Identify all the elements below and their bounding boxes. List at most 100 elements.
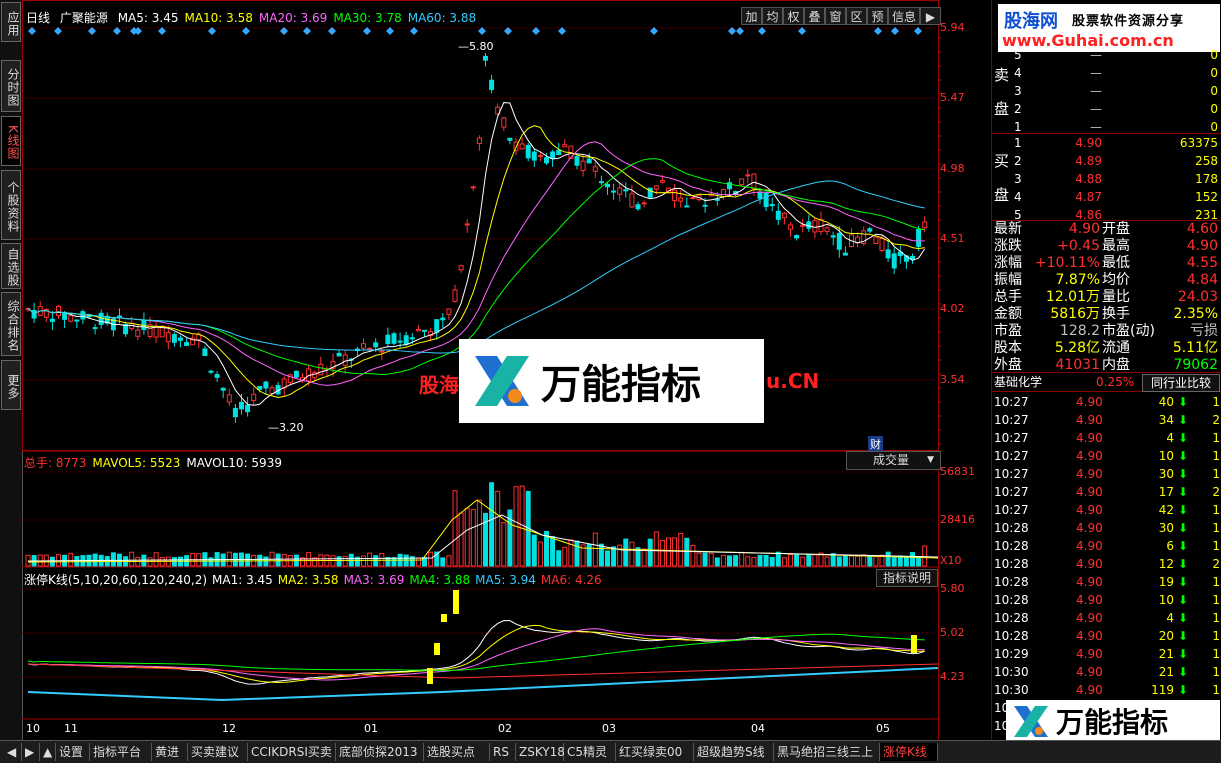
- left-tab-4[interactable]: 自选股: [1, 243, 21, 289]
- volume-indicator-dropdown[interactable]: 成交量 ▼: [846, 451, 941, 470]
- tick-price: 4.90: [1076, 611, 1103, 625]
- left-tab-1[interactable]: 分时图: [1, 60, 21, 112]
- toolbar-button-8[interactable]: ▶: [920, 7, 941, 25]
- tick-row: 10:27 4.90 17 ⬇ 2: [992, 483, 1221, 501]
- bottom-tab-7[interactable]: RS: [490, 743, 516, 761]
- candle-body: [684, 205, 690, 208]
- sell-row: 3 — 0: [992, 82, 1221, 100]
- month-tick-label: 03: [602, 722, 616, 735]
- month-tick-label: 01: [364, 722, 378, 735]
- candle-body: [318, 363, 324, 376]
- candle-body: [373, 342, 379, 348]
- toolbar-button-5[interactable]: 区: [846, 7, 867, 25]
- tick-extra: 1: [1212, 521, 1220, 535]
- toolbar-button-1[interactable]: 均: [762, 7, 783, 25]
- toolbar-button-4[interactable]: 窗: [825, 7, 846, 25]
- tick-price: 4.90: [1076, 539, 1103, 553]
- bottom-tab-8[interactable]: ZSKY18: [516, 743, 565, 761]
- quote-value: 5.11亿: [1172, 340, 1218, 356]
- bottom-tab-9[interactable]: C5精灵: [564, 743, 616, 761]
- bottom-tab-2[interactable]: 黄进: [152, 743, 188, 761]
- quote-row: 总手 12.01万 量比 24.03: [992, 288, 1221, 306]
- volume-bar: [769, 556, 775, 567]
- quote-row: 振幅 7.87% 均价 4.84: [992, 271, 1221, 289]
- tab-scroll-left-icon[interactable]: ◀: [4, 743, 22, 761]
- indicator-tick-label: 5.80: [940, 582, 965, 595]
- candle-body: [269, 387, 275, 394]
- limit-up-marker: [427, 668, 433, 684]
- toolbar-button-3[interactable]: 叠: [804, 7, 825, 25]
- bottom-tab-10[interactable]: 红买绿卖00: [616, 743, 694, 761]
- indicator-legend-item: 涨停K线(5,10,20,60,120,240,2): [24, 573, 208, 587]
- quote-value: 24.03: [1177, 289, 1218, 305]
- bottom-tab-1[interactable]: 指标平台: [90, 743, 152, 761]
- volume-bar: [885, 551, 891, 567]
- left-tab-2[interactable]: K线图: [1, 116, 21, 166]
- bottom-tab-11[interactable]: 超级趋势S线: [694, 743, 774, 761]
- tick-time: 10:27: [994, 503, 1029, 517]
- tick-time: 10:27: [994, 431, 1029, 445]
- volume-bar: [647, 538, 653, 567]
- bottom-tab-0[interactable]: 设置: [56, 743, 90, 761]
- volume-bar: [458, 512, 464, 567]
- bottom-tab-5[interactable]: 底部侦探2013: [336, 743, 424, 761]
- candle-body: [56, 305, 61, 316]
- volume-bar: [800, 556, 806, 567]
- candle-body: [196, 334, 202, 341]
- toolbar-button-7[interactable]: 信息: [888, 7, 920, 25]
- toolbar-button-2[interactable]: 权: [783, 7, 804, 25]
- volume-bar: [629, 541, 635, 567]
- bottom-tab-3[interactable]: 买卖建议: [188, 743, 248, 761]
- quote-value: 5816万: [1050, 306, 1100, 322]
- sector-compare-button[interactable]: 同行业比较: [1142, 374, 1220, 392]
- tick-volume: 21: [1158, 665, 1174, 679]
- left-tab-5[interactable]: 综合排名: [1, 292, 21, 356]
- toolbar-button-0[interactable]: 加: [741, 7, 762, 25]
- candle-body: [458, 265, 464, 271]
- price-tick-label: 5.47: [940, 91, 965, 104]
- candle-body: [580, 160, 586, 171]
- candle-body: [208, 370, 214, 373]
- indicator-help-button[interactable]: 指标说明: [876, 569, 938, 587]
- volume-bar: [263, 556, 269, 567]
- left-tab-0[interactable]: 应用: [1, 2, 21, 42]
- tick-row: 10:29 4.90 21 ⬇ 1: [992, 645, 1221, 663]
- candle-body: [470, 186, 476, 189]
- bottom-tab-6[interactable]: 选股买点: [424, 743, 490, 761]
- indicator-legend-item: MA6: 4.26: [540, 573, 602, 587]
- candle-body: [171, 334, 177, 343]
- bottom-tab-12[interactable]: 黑马绝招三线三上: [774, 743, 880, 761]
- toolbar-button-6[interactable]: 预: [867, 7, 888, 25]
- candle-body: [397, 340, 403, 343]
- quote-label: 涨幅: [994, 255, 1022, 271]
- candle-body: [501, 117, 507, 128]
- left-tab-3[interactable]: 个股资料: [1, 170, 21, 240]
- finance-marker[interactable]: 财: [868, 436, 883, 452]
- quote-label: 量比: [1102, 289, 1130, 305]
- brand-banner: 股海网 股票软件资源分享 www.Guhai.com.cn: [998, 4, 1220, 52]
- tick-time: 10:27: [994, 395, 1029, 409]
- ind-ma5-line: [27, 667, 939, 702]
- tick-time: 10:28: [994, 593, 1029, 607]
- left-tab-6[interactable]: 更多: [1, 360, 21, 410]
- tick-volume: 30: [1158, 467, 1174, 481]
- candle-body: [605, 183, 610, 188]
- candle-body: [891, 253, 897, 269]
- tab-scroll-right-icon[interactable]: ▶: [22, 743, 40, 761]
- tick-row: 10:28 4.90 10 ⬇ 1: [992, 591, 1221, 609]
- tick-volume: 10: [1158, 449, 1174, 463]
- volume-bar: [598, 543, 604, 567]
- bottom-tab-4[interactable]: CCIKDRSI买卖: [248, 743, 336, 761]
- tick-time: 10:28: [994, 521, 1029, 535]
- volume-bar: [605, 550, 610, 567]
- buy-label: 买: [994, 152, 1010, 170]
- month-tick-label: 05: [876, 722, 890, 735]
- candle-body: [598, 181, 604, 184]
- bottom-tab-13[interactable]: 涨停K线: [880, 743, 938, 761]
- volume-bar: [849, 555, 854, 567]
- volume-bar: [812, 554, 818, 567]
- tick-volume: 30: [1158, 521, 1174, 535]
- tab-menu-icon[interactable]: ▲: [40, 743, 56, 761]
- volume-bar: [415, 557, 421, 567]
- buy-level: 2: [1014, 154, 1022, 168]
